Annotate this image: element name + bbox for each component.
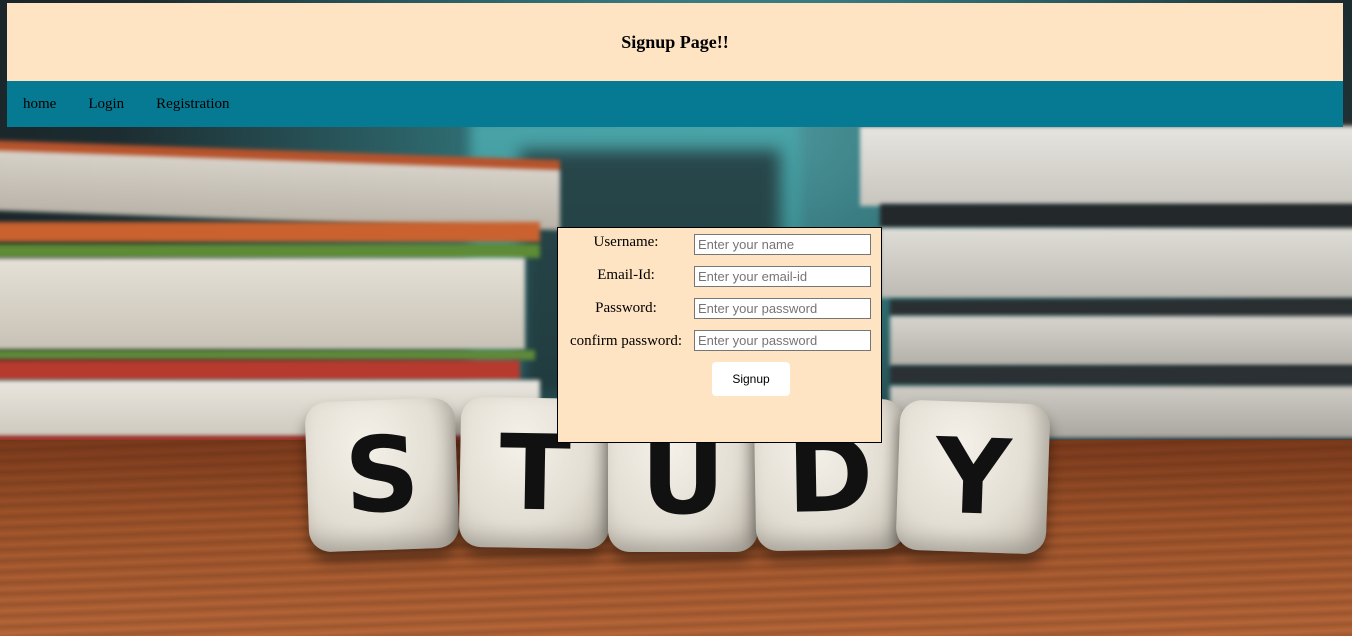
email-input[interactable] xyxy=(694,266,871,287)
confirm-password-input[interactable] xyxy=(694,330,871,351)
page-header: Signup Page!! xyxy=(7,3,1343,81)
nav-bar: home Login Registration xyxy=(7,81,1343,127)
book xyxy=(0,380,540,438)
book xyxy=(0,222,540,242)
book xyxy=(0,360,520,380)
book xyxy=(880,228,1352,298)
signup-form: Username: Email-Id: Password: confirm pa… xyxy=(557,227,882,443)
book xyxy=(890,366,1352,384)
book xyxy=(890,300,1352,316)
nav-link-login[interactable]: Login xyxy=(88,96,124,113)
form-row-password: Password: xyxy=(558,292,883,319)
signup-button[interactable]: Signup xyxy=(712,362,790,396)
nav-link-home[interactable]: home xyxy=(23,96,56,113)
username-input[interactable] xyxy=(694,234,871,255)
email-label: Email-Id: xyxy=(597,267,655,283)
page-title: Signup Page!! xyxy=(621,31,729,52)
form-row-username: Username: xyxy=(558,228,883,255)
confirm-password-label: confirm password: xyxy=(570,333,683,349)
form-row-email: Email-Id: xyxy=(558,260,883,287)
username-label: Username: xyxy=(593,234,659,250)
book xyxy=(0,244,540,258)
letter-die: S xyxy=(304,397,460,553)
letter-die: Y xyxy=(895,399,1051,555)
book xyxy=(860,120,1352,206)
form-row-confirm-password: confirm password: xyxy=(558,324,883,351)
nav-link-registration[interactable]: Registration xyxy=(156,96,229,113)
book xyxy=(0,258,525,350)
password-label: Password: xyxy=(595,300,657,316)
book xyxy=(880,204,1352,228)
book xyxy=(0,350,535,360)
book xyxy=(890,316,1352,366)
password-input[interactable] xyxy=(694,298,871,319)
